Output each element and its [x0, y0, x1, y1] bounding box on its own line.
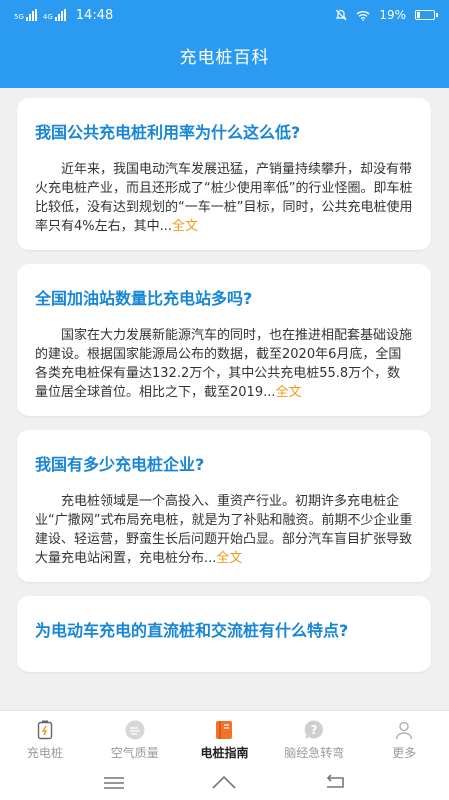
page-title: 充电桩百科: [179, 48, 270, 68]
battery-percent: 19%: [379, 8, 406, 22]
status-left: 5G 4G 14:48: [14, 8, 113, 23]
network-type-1: 5G: [14, 13, 24, 21]
book-icon: [213, 719, 235, 741]
signal-icon: 4G: [43, 9, 66, 21]
read-more-link[interactable]: 全文: [275, 385, 301, 400]
home-nav-button[interactable]: [211, 774, 237, 794]
article-title[interactable]: 全国加油站数量比充电站多吗?: [35, 288, 413, 310]
tab-guide[interactable]: 电桩指南: [180, 711, 270, 768]
article-list[interactable]: 我国公共充电桩利用率为什么这么低? 近年来，我国电动汽车发展迅猛，产销量持续攀升…: [0, 88, 449, 710]
article-title[interactable]: 我国有多少充电桩企业?: [35, 454, 413, 476]
bottom-tab-bar: 充电桩 空气质量 电桩指南 ? 脑经急转弯 更多: [0, 710, 449, 768]
svg-text:?: ?: [311, 723, 318, 737]
article-card[interactable]: 为电动车充电的直流桩和交流桩有什么特点?: [17, 596, 431, 672]
article-title[interactable]: 我国公共充电桩利用率为什么这么低?: [35, 122, 413, 144]
article-excerpt: 充电桩领域是一个高投入、重资产行业。初期许多充电桩企业“广撒网”式布局充电桩，就…: [35, 492, 413, 568]
tab-more[interactable]: 更多: [359, 711, 449, 768]
tab-label: 电桩指南: [200, 745, 249, 760]
status-time: 14:48: [75, 7, 114, 23]
back-nav-button[interactable]: [324, 774, 346, 794]
tab-label: 空气质量: [110, 745, 159, 760]
system-nav-bar: [0, 768, 449, 800]
charging-pile-icon: [34, 719, 56, 741]
wifi-icon: [356, 10, 370, 21]
article-card[interactable]: 我国公共充电桩利用率为什么这么低? 近年来，我国电动汽车发展迅猛，产销量持续攀升…: [17, 98, 431, 250]
article-card[interactable]: 我国有多少充电桩企业? 充电桩领域是一个高投入、重资产行业。初期许多充电桩企业“…: [17, 430, 431, 582]
tab-label: 充电桩: [26, 745, 63, 760]
menu-icon: [104, 776, 125, 789]
status-right: 19%: [335, 8, 438, 22]
status-bar: 5G 4G 14:48 19%: [0, 0, 449, 30]
air-quality-icon: [124, 719, 146, 741]
mute-icon: [335, 9, 347, 21]
question-bubble-icon: ?: [303, 719, 325, 741]
app-header: 5G 4G 14:48 19% 充电桩百科: [0, 0, 449, 88]
article-card[interactable]: 全国加油站数量比充电站多吗? 国家在大力发展新能源汽车的同时，也在推进相配套基础…: [17, 264, 431, 416]
back-icon: [326, 774, 344, 788]
tab-air-quality[interactable]: 空气质量: [90, 711, 180, 768]
home-icon: [212, 775, 237, 789]
read-more-link[interactable]: 全文: [172, 219, 198, 234]
signal-icon: 5G: [14, 9, 37, 21]
tab-charging-pile[interactable]: 充电桩: [0, 711, 90, 768]
person-icon: [393, 719, 415, 741]
battery-icon: [415, 10, 438, 20]
tab-label: 脑经急转弯: [284, 745, 345, 760]
tab-brain-teaser[interactable]: ? 脑经急转弯: [269, 711, 359, 768]
network-type-2: 4G: [42, 13, 53, 21]
article-excerpt: 国家在大力发展新能源汽车的同时，也在推进相配套基础设施的建设。根据国家能源局公布…: [35, 326, 413, 402]
article-excerpt: 近年来，我国电动汽车发展迅猛，产销量持续攀升，却没有带火充电桩产业，而且还形成了…: [35, 160, 413, 236]
article-excerpt-text: 近年来，我国电动汽车发展迅猛，产销量持续攀升，却没有带火充电桩产业，而且还形成了…: [35, 162, 413, 234]
tab-label: 更多: [392, 745, 417, 760]
read-more-link[interactable]: 全文: [216, 551, 242, 566]
article-title[interactable]: 为电动车充电的直流桩和交流桩有什么特点?: [35, 620, 413, 642]
menu-nav-button[interactable]: [103, 775, 125, 794]
article-excerpt-text: 国家在大力发展新能源汽车的同时，也在推进相配套基础设施的建设。根据国家能源局公布…: [35, 328, 413, 400]
